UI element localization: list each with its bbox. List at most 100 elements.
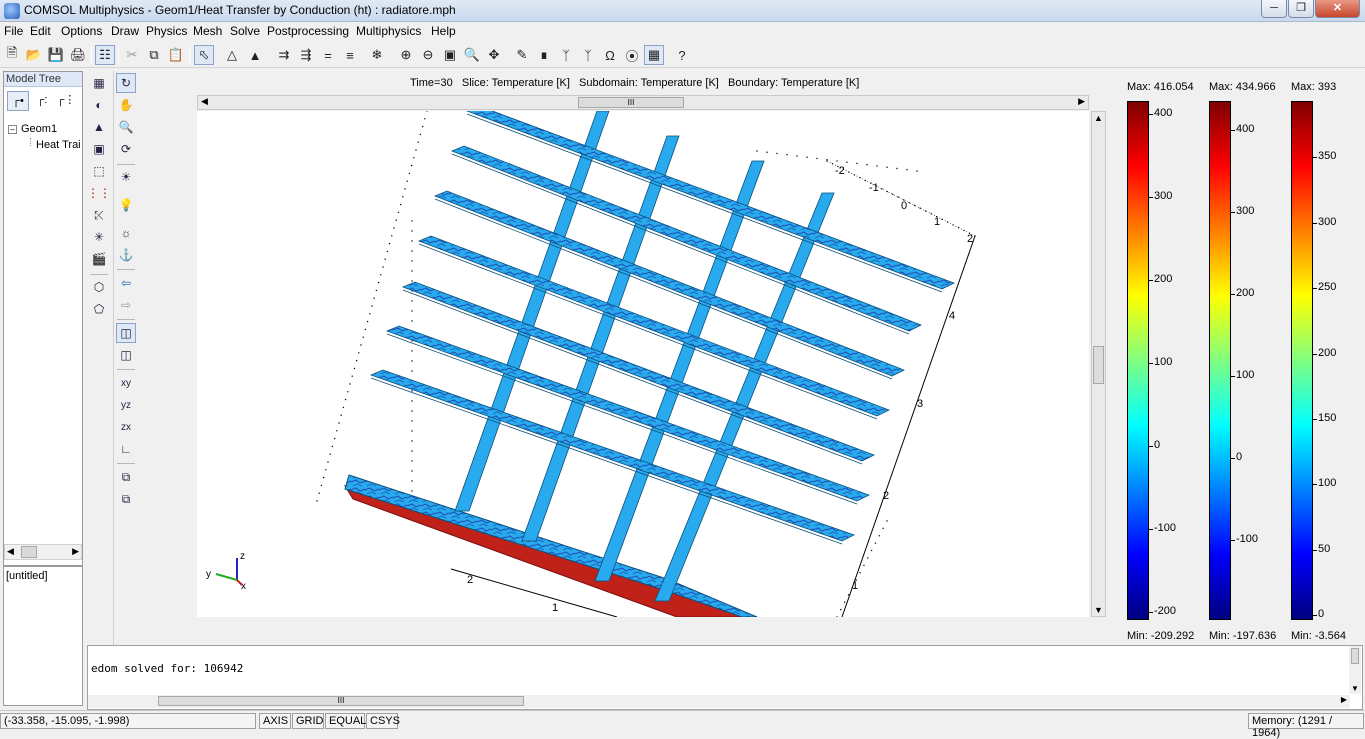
tree-hscroll[interactable]: ◀ ▶ xyxy=(4,544,82,560)
save-icon[interactable]: 💾 xyxy=(46,45,66,65)
new-file-icon[interactable]: 🗎 xyxy=(2,45,22,65)
particle-tracing-icon[interactable]: ✳ xyxy=(89,227,109,247)
zoom-in-icon[interactable]: ⊕ xyxy=(396,45,416,65)
streamline-plot-icon[interactable]: ⤪ xyxy=(89,205,109,225)
tree-view-icon[interactable]: ┌• xyxy=(7,91,29,111)
yz-view-icon[interactable]: yz xyxy=(116,395,136,415)
cut-icon[interactable]: ✂ xyxy=(122,45,142,65)
graphics-hscroll[interactable]: ◀ III ▶ xyxy=(197,95,1089,110)
menu-file[interactable]: File xyxy=(4,24,23,38)
hscroll-thumb[interactable]: III xyxy=(578,97,684,108)
menu-postprocessing[interactable]: Postprocessing xyxy=(267,24,349,38)
triangle-mesh-icon[interactable]: ▲ xyxy=(245,45,265,65)
subdomain-mode-icon[interactable]: ᛉ xyxy=(578,45,598,65)
menu-multiphysics[interactable]: Multiphysics xyxy=(356,24,421,38)
subdomain-plot-icon[interactable]: ▲ xyxy=(89,117,109,137)
array-icon[interactable]: ⇉ xyxy=(274,45,294,65)
menu-edit[interactable]: Edit xyxy=(30,24,51,38)
title-bar: COMSOL Multiphysics - Geom1/Heat Transfe… xyxy=(0,0,1365,22)
wireframe-icon[interactable]: ◫ xyxy=(116,345,136,365)
vscroll-thumb[interactable] xyxy=(1093,346,1104,384)
interleave-icon[interactable]: ⇶ xyxy=(296,45,316,65)
orbit-icon[interactable]: ⟳ xyxy=(116,139,136,159)
animate-icon[interactable]: 🎬 xyxy=(89,249,109,269)
headlight-icon[interactable]: 💡 xyxy=(116,195,136,215)
menu-help[interactable]: Help xyxy=(431,24,456,38)
axis-tick-label: 0 xyxy=(901,200,907,212)
align-icon[interactable]: ≡ xyxy=(340,45,360,65)
solve-icon[interactable]: ❄ xyxy=(367,45,387,65)
default-view-icon[interactable]: ◫ xyxy=(116,323,136,343)
tree-full-icon[interactable]: ┌⋮ xyxy=(55,91,77,111)
plot-title: Time=30 Slice: Temperature [K] Subdomain… xyxy=(410,77,860,89)
plot-mode-icon[interactable]: ▦ xyxy=(644,45,664,65)
increment-view-icon[interactable]: ∟ xyxy=(116,439,136,459)
rotate-icon[interactable]: ↻ xyxy=(116,73,136,93)
log-vscroll[interactable]: ▼ xyxy=(1349,646,1361,694)
grid-toggle[interactable]: GRID xyxy=(292,713,324,729)
xy-view-icon[interactable]: xy xyxy=(116,373,136,393)
slice-plot-icon[interactable]: ▦ xyxy=(89,73,109,93)
zoom-extents-icon[interactable]: ✥ xyxy=(484,45,504,65)
csys-toggle[interactable]: CSYS xyxy=(366,713,400,729)
select-pointer-icon[interactable]: ⬁ xyxy=(194,45,214,65)
colorbar-3-tick: 250 xyxy=(1318,281,1337,294)
equal-toggle[interactable]: EQUAL xyxy=(325,713,366,729)
triad-z: z xyxy=(240,551,245,562)
arrow-plot-icon[interactable]: ⋮⋮ xyxy=(87,183,111,203)
triangle-mode-icon[interactable]: △ xyxy=(222,45,242,65)
menu-physics[interactable]: Physics xyxy=(146,24,187,38)
edge-plot-icon[interactable]: ⬚ xyxy=(89,161,109,181)
equal-icon[interactable]: = xyxy=(318,45,338,65)
postprocessing-mode-icon[interactable]: ⦿ xyxy=(622,45,642,65)
tree-detail-icon[interactable]: ┌: xyxy=(31,91,53,111)
next-view-icon[interactable]: ⇨ xyxy=(116,295,136,315)
paste-icon[interactable]: 📋 xyxy=(166,45,186,65)
tree-node-geom1[interactable]: Geom1 xyxy=(21,123,57,135)
minimize-button[interactable]: ─ xyxy=(1261,0,1287,18)
colorbar-3-tick: 100 xyxy=(1318,477,1337,490)
lights-icon[interactable]: ☼ xyxy=(116,223,136,243)
plot-parameters-icon[interactable]: ⬠ xyxy=(89,299,109,319)
isosurface-plot-icon[interactable]: ◐ xyxy=(89,95,109,115)
menu-solve[interactable]: Solve xyxy=(230,24,260,38)
open-folder-icon[interactable]: 📂 xyxy=(24,45,44,65)
draw-mode-icon[interactable]: ✎ xyxy=(512,45,532,65)
model-tree-toggle-icon[interactable]: ☷ xyxy=(95,45,115,65)
colorbar-1-max: Max: 416.054 xyxy=(1127,81,1194,93)
log-hscroll[interactable]: III ▶ xyxy=(88,695,1350,708)
zx-view-icon[interactable]: zx xyxy=(116,417,136,437)
colorbar-2-tick: 300 xyxy=(1236,204,1255,217)
graphics-canvas[interactable]: -2 -1 0 1 2 4 3 2 1 2 1 z y x xyxy=(197,111,1089,617)
zoom-selected-icon[interactable]: 🔍 xyxy=(462,45,482,65)
help-icon[interactable]: ? xyxy=(672,45,692,65)
deformed-shape-icon[interactable]: ⬡ xyxy=(89,277,109,297)
zoom-out-icon[interactable]: ⊖ xyxy=(418,45,438,65)
menu-draw[interactable]: Draw xyxy=(111,24,139,38)
axis-toggle[interactable]: AXIS xyxy=(259,713,291,729)
horizontal-fin xyxy=(401,281,875,462)
copy-view-icon[interactable]: ⧉ xyxy=(116,489,136,509)
menu-mesh[interactable]: Mesh xyxy=(193,24,222,38)
boundary-mode-icon[interactable]: ᛉ xyxy=(556,45,576,65)
previous-view-icon[interactable]: ⇦ xyxy=(116,273,136,293)
add-view-icon[interactable]: ⧉ xyxy=(116,467,136,487)
scene-light-icon[interactable]: ☀ xyxy=(116,167,136,187)
print-icon[interactable]: 🖨 xyxy=(68,45,88,65)
close-button[interactable]: ✕ xyxy=(1315,0,1360,18)
boundary-plot-icon[interactable]: ▣ xyxy=(89,139,109,159)
zoom-window-icon[interactable]: ▣ xyxy=(440,45,460,65)
tree-node-heat-transfer[interactable]: Heat Trai xyxy=(36,139,81,151)
vertical-fin xyxy=(654,192,835,602)
mesh-mode-icon[interactable]: ∎ xyxy=(534,45,554,65)
menu-options[interactable]: Options xyxy=(61,24,102,38)
axis-tick-label: 2 xyxy=(883,490,889,502)
pan-hand-icon[interactable]: ✋ xyxy=(116,95,136,115)
light-source-icon[interactable]: ⚓ xyxy=(116,245,136,265)
omega-icon[interactable]: Ω xyxy=(600,45,620,65)
maximize-button[interactable]: ❐ xyxy=(1288,0,1314,18)
zoom-icon[interactable]: 🔍 xyxy=(116,117,136,137)
collapse-icon[interactable]: – xyxy=(8,125,17,134)
copy-icon[interactable]: ⧉ xyxy=(144,45,164,65)
graphics-vscroll[interactable]: ▲ ▼ xyxy=(1091,111,1106,617)
